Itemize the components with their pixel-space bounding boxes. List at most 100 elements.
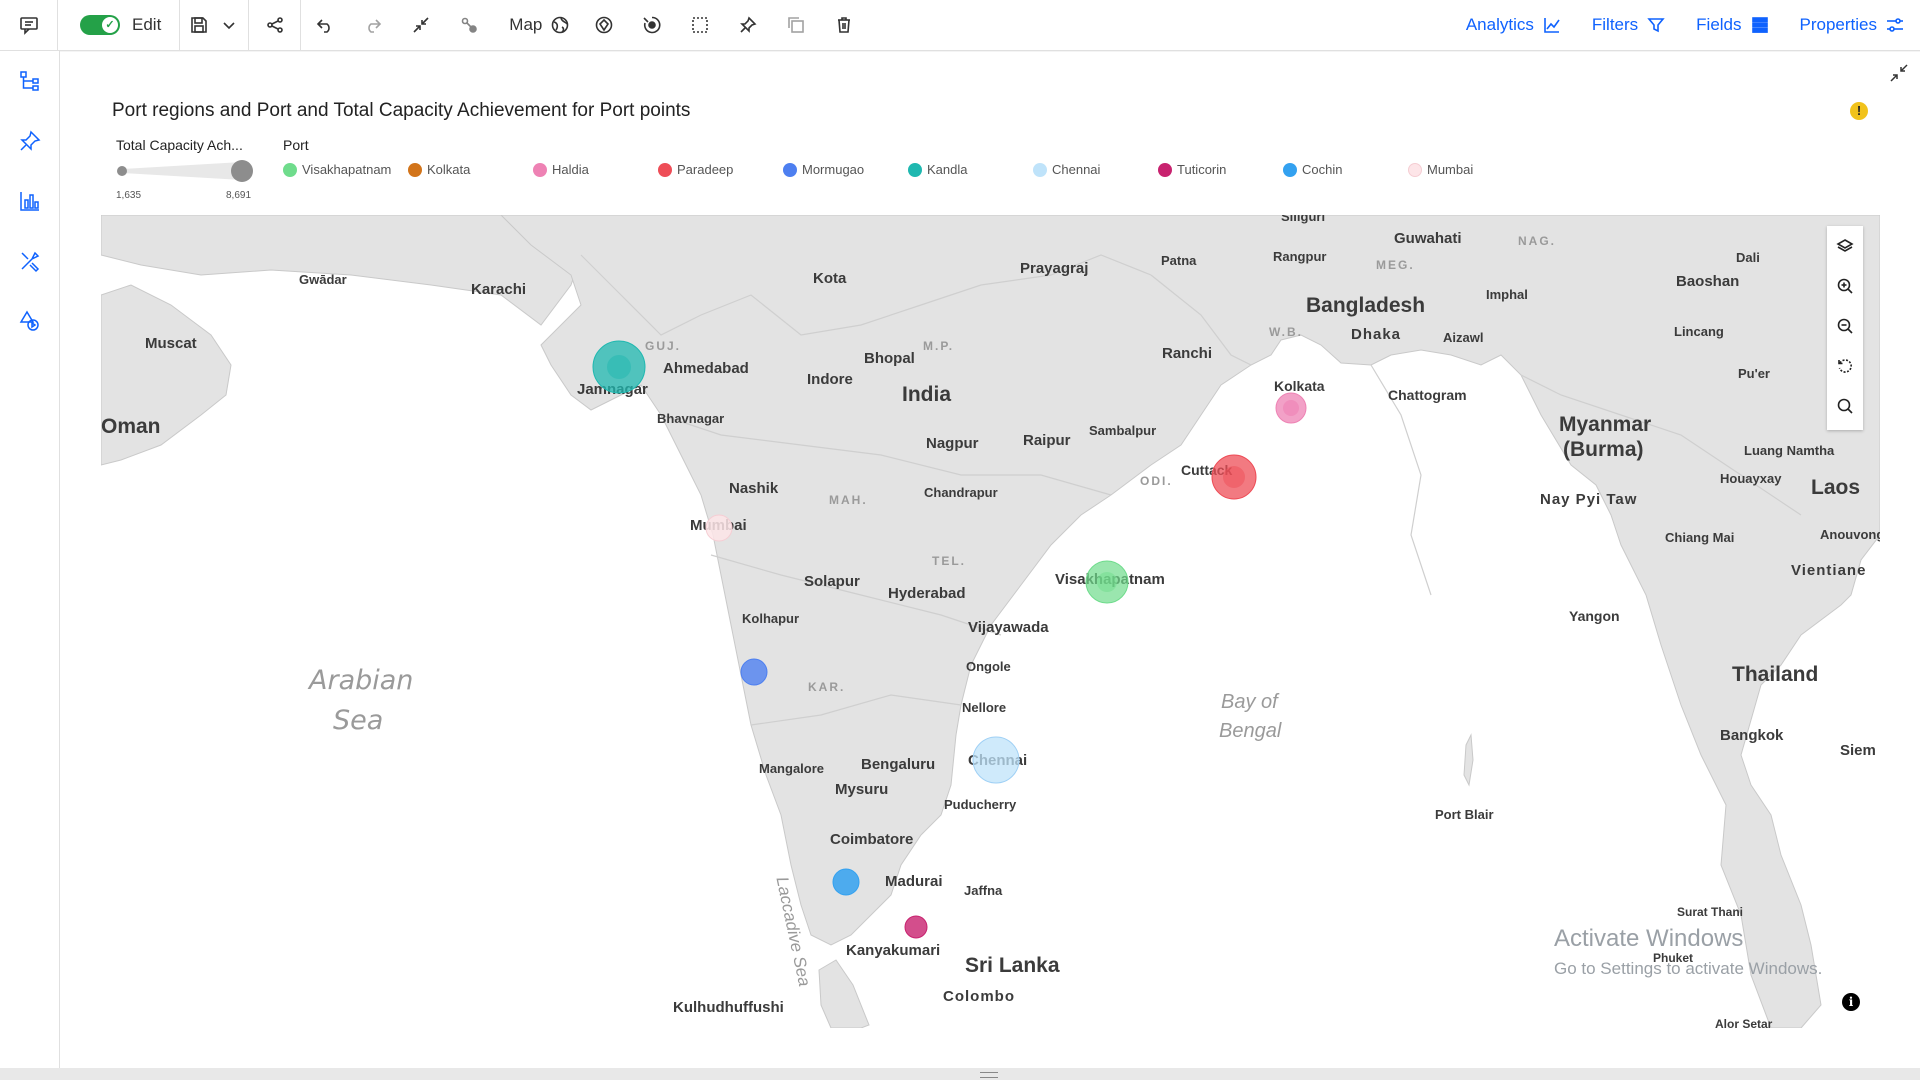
collapse-arrows-icon (413, 17, 429, 33)
legend-item[interactable]: Visakhapatnam (283, 162, 391, 177)
legend-item[interactable]: Paradeep (658, 162, 733, 177)
save-menu-button[interactable] (214, 0, 244, 50)
map-label: Colombo (943, 988, 1015, 1005)
select-button[interactable] (676, 0, 724, 50)
legend-label: Tuticorin (1177, 162, 1227, 177)
change-visualization-button[interactable]: Map (493, 0, 580, 50)
map-label: Siem (1840, 742, 1876, 759)
edit-toggle[interactable] (80, 15, 120, 35)
layers-icon (1836, 239, 1854, 252)
map-label: Jamnagar (577, 381, 648, 398)
size-legend-max: 8,691 (226, 190, 252, 201)
map-label: Cuttack (1181, 462, 1233, 478)
legend-item[interactable]: Kolkata (408, 162, 470, 177)
undo-button[interactable] (301, 0, 349, 50)
filters-button[interactable]: Filters (1577, 0, 1681, 50)
map-label: Nashik (729, 480, 779, 497)
warning-icon[interactable]: ! (1850, 102, 1868, 120)
search-location-button[interactable] (1827, 386, 1863, 426)
resize-handle[interactable] (0, 1068, 1920, 1080)
size-legend: Total Capacity Ach... (116, 137, 256, 187)
fields-icon (1751, 17, 1768, 33)
map-label: Patna (1161, 253, 1197, 268)
share-button[interactable] (249, 0, 302, 50)
delete-button[interactable] (820, 0, 868, 50)
layers-button[interactable] (1827, 226, 1863, 266)
legend-item[interactable]: Kandla (908, 162, 967, 177)
map-label: Bangkok (1720, 727, 1784, 744)
legend-item[interactable]: Mormugao (783, 162, 864, 177)
map-label: Coimbatore (830, 831, 914, 848)
properties-button[interactable]: Properties (1785, 0, 1920, 50)
pin-icon (20, 130, 41, 151)
map-label: Luang Namtha (1744, 443, 1835, 458)
watermark-title: Activate Windows (1554, 925, 1744, 952)
fields-button[interactable]: Fields (1681, 0, 1784, 50)
sea-label: Bay of (1221, 691, 1278, 713)
map-label: Lincang (1674, 324, 1724, 339)
map-label: Indore (807, 371, 853, 388)
map-label: Bangladesh (1306, 294, 1426, 317)
map-label: NAG. (1518, 234, 1556, 248)
sidebar-item-data-tree[interactable] (0, 51, 60, 111)
legend-swatch (408, 162, 422, 177)
sea-label: Sea (333, 705, 384, 736)
map-label: ODI. (1140, 474, 1173, 488)
globe-icon (552, 16, 569, 34)
sidebar-item-shapes[interactable] (0, 291, 60, 351)
zoom-out-button[interactable] (1827, 306, 1863, 346)
map-label: Bengaluru (861, 756, 936, 773)
duplicate-button[interactable] (772, 0, 820, 50)
analytics-button[interactable]: Analytics (1451, 0, 1577, 50)
sidebar-item-tools[interactable] (0, 231, 60, 291)
map-label: MEG. (1376, 258, 1415, 272)
legend-swatch (1283, 162, 1297, 177)
reset-view-button[interactable] (1827, 346, 1863, 386)
legend-item[interactable]: Haldia (533, 162, 589, 177)
collapse-arrows-icon (1890, 64, 1908, 82)
map-label: Oman (101, 415, 161, 438)
map-label: Rangpur (1273, 249, 1327, 264)
sidebar-item-pins[interactable] (0, 111, 60, 171)
map-label: Kolhapur (742, 611, 800, 626)
sidebar-item-visualizations[interactable] (0, 171, 60, 231)
legend-label: Kandla (927, 162, 968, 177)
map-label: GUJ. (645, 339, 682, 353)
map-label: Kolkata (1274, 378, 1325, 394)
edit-toggle-group[interactable]: Edit (58, 0, 181, 50)
legend-swatch (533, 162, 547, 177)
legend-label: Visakhapatnam (302, 162, 392, 177)
map-view[interactable]: Gwādar Karachi Muscat Oman Kota Prayagra… (101, 215, 1880, 1028)
legend-item[interactable]: Chennai (1033, 162, 1100, 177)
filters-label: Filters (1591, 15, 1639, 34)
map-label: Kota (813, 270, 847, 287)
chevron-down-icon (223, 22, 235, 30)
legend-label: Haldia (552, 162, 589, 177)
collapse-visualization-button[interactable] (1888, 62, 1910, 84)
collapse-button[interactable] (397, 0, 445, 50)
info-icon[interactable]: i (1842, 993, 1860, 1011)
map-label: Port Blair (1435, 807, 1494, 822)
map-label: Chiang Mai (1665, 530, 1735, 545)
map-controls (1827, 226, 1863, 430)
legend-item[interactable]: Tuticorin (1158, 162, 1226, 177)
zoom-in-button[interactable] (1827, 266, 1863, 306)
legend-item[interactable]: Mumbai (1408, 162, 1473, 177)
legend-item[interactable]: Cochin (1283, 162, 1342, 177)
ai-assistant-button[interactable] (580, 0, 628, 50)
relationship-button[interactable] (445, 0, 493, 50)
comment-button[interactable] (0, 0, 58, 50)
map-label: M.P. (923, 339, 955, 353)
save-button[interactable] (184, 0, 214, 50)
visualization-type-label: Map (509, 15, 543, 34)
map-label: KAR. (808, 680, 846, 694)
relationship-icon (461, 17, 478, 33)
assistant-icon (596, 16, 613, 34)
map-label: Surat Thani (1677, 905, 1744, 919)
map-label: Thailand (1732, 663, 1819, 686)
redo-button[interactable] (349, 0, 397, 50)
map-label: Kanyakumari (846, 942, 941, 959)
map-label: Alor Setar (1715, 1017, 1773, 1028)
pin-button[interactable] (724, 0, 772, 50)
insights-button[interactable] (628, 0, 676, 50)
